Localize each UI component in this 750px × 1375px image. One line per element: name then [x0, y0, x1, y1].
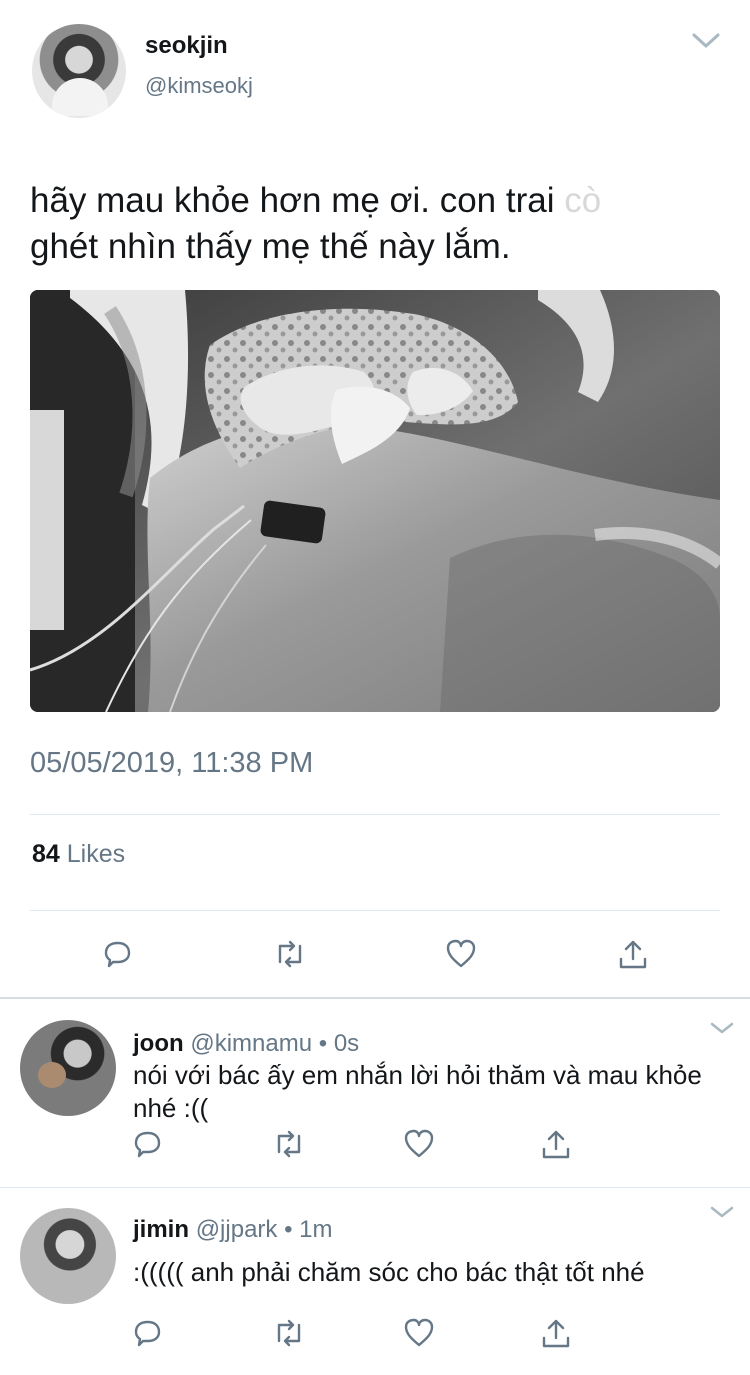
- share-icon[interactable]: [615, 936, 651, 972]
- main-tweet: seokjin @kimseokj hãy mau khỏe hơn mẹ ơi…: [0, 0, 750, 998]
- share-icon[interactable]: [538, 1126, 574, 1162]
- tweet-text-second-line: ghét nhìn thấy mẹ thế này lắm.: [30, 227, 511, 266]
- reply-author-name[interactable]: joon: [133, 1030, 184, 1057]
- tweet-timestamp: 05/05/2019, 11:38 PM: [30, 747, 314, 779]
- reply-author-handle[interactable]: @jjpark: [196, 1216, 278, 1243]
- reply-author-name[interactable]: jimin: [133, 1216, 189, 1243]
- reply-separator: •: [277, 1216, 300, 1243]
- heart-icon[interactable]: [401, 1315, 437, 1351]
- chevron-down-icon[interactable]: [708, 1018, 736, 1038]
- tweet-photo[interactable]: [30, 290, 720, 712]
- chevron-down-icon[interactable]: [690, 28, 722, 52]
- retweet-icon[interactable]: [271, 1126, 307, 1162]
- reply-meta: jimin @jjpark • 1m: [133, 1216, 333, 1244]
- chevron-down-icon[interactable]: [708, 1202, 736, 1222]
- likes-number: 84: [32, 840, 60, 868]
- reply-author-handle[interactable]: @kimnamu: [190, 1030, 312, 1057]
- tweet-text: hãy mau khỏe hơn mẹ ơi. con trai cò ghét…: [30, 178, 720, 270]
- author-display-name[interactable]: seokjin: [145, 32, 228, 60]
- reply-joon[interactable]: joon @kimnamu • 0s nói với bác ấy em nhắ…: [0, 1020, 750, 1186]
- reply-separator: •: [312, 1030, 334, 1057]
- reply-text: nói với bác ấy em nhắn lời hỏi thăm và m…: [133, 1060, 702, 1123]
- reply-icon[interactable]: [99, 936, 135, 972]
- hospital-bed-photo: [30, 290, 720, 712]
- reply-divider: [0, 1187, 750, 1188]
- reply-icon[interactable]: [129, 1126, 165, 1162]
- tweet-divider-top: [30, 814, 720, 815]
- tweet-divider-bottom: [30, 910, 720, 911]
- tweet-text-faint: cò: [554, 181, 602, 220]
- likes-label: Likes: [59, 840, 126, 868]
- author-handle[interactable]: @kimseokj: [145, 73, 253, 99]
- reply-jimin[interactable]: jimin @jjpark • 1m :((((( anh phải chăm …: [0, 1206, 750, 1375]
- reply-icon[interactable]: [129, 1315, 165, 1351]
- main-tweet-separator: [0, 997, 750, 999]
- reply-text: :((((( anh phải chăm sóc cho bác thật tố…: [133, 1257, 645, 1287]
- retweet-icon[interactable]: [271, 1315, 307, 1351]
- avatar[interactable]: [20, 1208, 116, 1304]
- tweet-text-main: hãy mau khỏe hơn mẹ ơi. con trai: [30, 181, 555, 220]
- heart-icon[interactable]: [401, 1126, 437, 1162]
- heart-icon[interactable]: [443, 936, 479, 972]
- author-avatar[interactable]: [32, 24, 126, 118]
- reply-time: 0s: [333, 1030, 360, 1057]
- share-icon[interactable]: [538, 1315, 574, 1351]
- likes-count[interactable]: 84 Likes: [32, 840, 125, 869]
- avatar[interactable]: [20, 1020, 116, 1116]
- reply-time: 1m: [299, 1216, 333, 1243]
- reply-meta: joon @kimnamu • 0s: [133, 1030, 359, 1058]
- retweet-icon[interactable]: [272, 936, 308, 972]
